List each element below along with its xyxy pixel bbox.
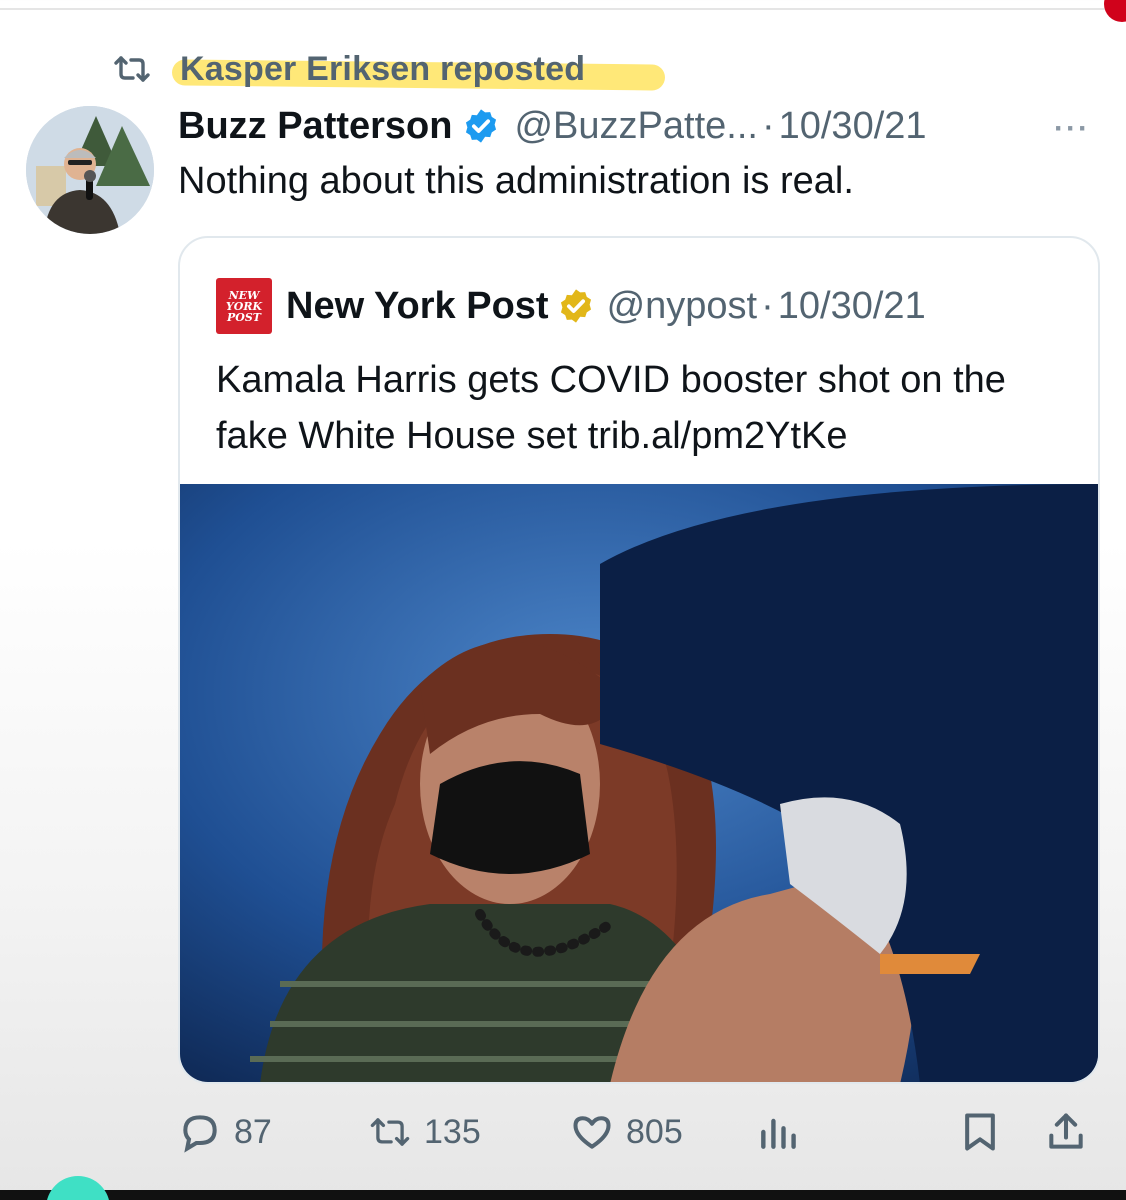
bottom-avatar <box>46 1176 110 1200</box>
author-name[interactable]: Buzz Patterson <box>178 105 452 148</box>
heart-icon <box>573 1116 611 1149</box>
share-button[interactable] <box>1044 1110 1088 1154</box>
views-button[interactable] <box>756 1110 800 1154</box>
repost-icon <box>370 1118 410 1146</box>
bookmark-button[interactable] <box>958 1110 1002 1154</box>
verified-badge-icon <box>466 109 497 143</box>
tweet-header: Buzz Patterson @BuzzPatte... · 10/30/21 <box>178 100 927 152</box>
reply-icon <box>183 1115 217 1153</box>
author-handle[interactable]: @BuzzPatte... <box>514 105 757 148</box>
logo-line: YORK <box>225 299 263 313</box>
quoted-author-name[interactable]: New York Post <box>286 285 549 328</box>
repost-label-text: Kasper Eriksen reposted <box>180 49 586 88</box>
top-divider <box>0 8 1126 10</box>
quoted-tweet-date[interactable]: 10/30/21 <box>778 285 926 328</box>
like-count: 805 <box>626 1112 683 1151</box>
quoted-tweet-text: Kamala Harris gets COVID booster shot on… <box>216 359 1006 457</box>
notification-badge <box>1104 0 1126 22</box>
tweet-date[interactable]: 10/30/21 <box>779 105 927 148</box>
action-bar: 87 135 805 <box>0 1104 1126 1164</box>
reply-button[interactable]: 87 <box>178 1110 272 1154</box>
quoted-tweet-header: NEW YORK POST New York Post @nypost · 10… <box>216 278 926 334</box>
analytics-icon <box>761 1118 796 1149</box>
tweet-text: Nothing about this administration is rea… <box>178 160 854 202</box>
repost-icon <box>114 56 150 82</box>
repost-indicator[interactable]: Kasper Eriksen reposted <box>112 48 666 91</box>
gold-verified-badge-icon <box>560 289 591 323</box>
share-icon <box>1049 1113 1083 1149</box>
tweet-photo[interactable] <box>180 484 1100 1084</box>
repost-button[interactable]: 135 <box>368 1110 481 1154</box>
more-options-icon[interactable]: ··· <box>1054 112 1090 146</box>
author-avatar[interactable] <box>26 106 154 234</box>
separator-dot: · <box>761 284 774 327</box>
quoted-author-handle[interactable]: @nypost <box>607 285 758 328</box>
logo-line: NEW <box>228 288 260 302</box>
nypost-logo[interactable]: NEW YORK POST <box>216 278 272 334</box>
like-button[interactable]: 805 <box>570 1110 683 1154</box>
repost-label[interactable]: Kasper Eriksen reposted <box>171 49 666 91</box>
bottom-edge <box>0 1190 1126 1200</box>
bookmark-icon <box>965 1113 995 1151</box>
separator-dot: · <box>761 104 775 147</box>
repost-count: 135 <box>424 1112 481 1151</box>
logo-line: POST <box>227 310 261 324</box>
quoted-tweet-card[interactable]: NEW YORK POST New York Post @nypost · 10… <box>178 236 1100 1084</box>
reply-count: 87 <box>234 1112 272 1151</box>
